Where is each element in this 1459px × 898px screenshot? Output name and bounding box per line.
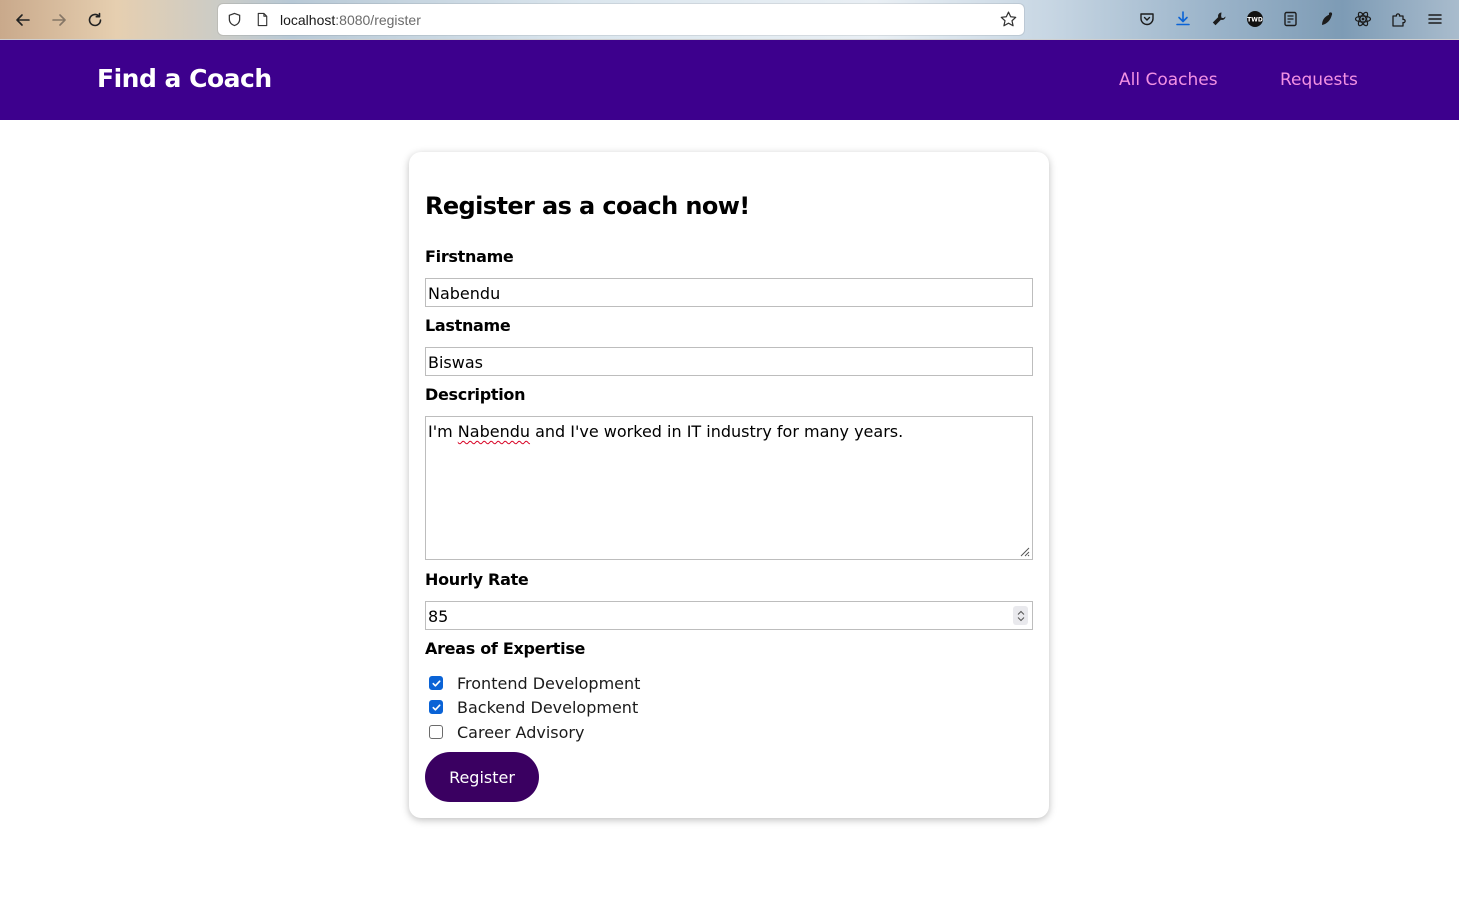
areas-label: Areas of Expertise [425, 639, 586, 658]
nav-requests-link[interactable]: Requests [1280, 70, 1358, 90]
extensions-puzzle-icon[interactable] [1389, 9, 1409, 29]
form-title: Register as a coach now! [425, 192, 750, 220]
brand-title[interactable]: Find a Coach [97, 64, 272, 93]
spinner-down-icon[interactable] [1017, 616, 1025, 622]
nav-all-coaches-link[interactable]: All Coaches [1119, 70, 1218, 90]
downloads-icon[interactable] [1173, 9, 1193, 29]
app-header: Find a Coach All Coaches Requests [0, 40, 1459, 120]
checkbox-frontend[interactable]: Frontend Development [429, 673, 640, 693]
resize-grip-icon[interactable] [1018, 545, 1030, 557]
checkbox-label-frontend: Frontend Development [457, 673, 641, 693]
checkbox-checked-icon[interactable] [429, 676, 443, 690]
notes-icon[interactable] [1281, 9, 1301, 29]
url-text: localhost:8080/register [280, 12, 421, 28]
register-button[interactable]: Register [425, 752, 539, 802]
checkbox-checked-icon[interactable] [429, 700, 443, 714]
checkbox-label-backend: Backend Development [457, 697, 639, 717]
hourly-rate-label: Hourly Rate [425, 570, 529, 589]
checkbox-backend[interactable]: Backend Development [429, 697, 638, 717]
forward-icon[interactable] [47, 8, 71, 32]
lastname-input[interactable]: Biswas [425, 347, 1033, 376]
extension-leaf-icon[interactable] [1317, 9, 1337, 29]
url-host: localhost [280, 11, 336, 28]
bookmark-star-icon[interactable] [999, 10, 1018, 29]
description-text-end: and I've worked in IT industry for many … [530, 422, 904, 441]
back-icon[interactable] [11, 8, 35, 32]
lastname-label: Lastname [425, 316, 511, 335]
browser-toolbar: localhost:8080/register TWD [0, 0, 1459, 40]
hourly-rate-value: 85 [428, 607, 449, 626]
url-bar[interactable]: localhost:8080/register [218, 4, 1024, 35]
shield-icon[interactable] [226, 12, 242, 28]
page-icon[interactable] [254, 12, 270, 28]
react-devtools-icon[interactable] [1353, 9, 1373, 29]
hourly-rate-input[interactable]: 85 [425, 601, 1033, 630]
extension-twd-icon[interactable]: TWD [1245, 9, 1265, 29]
register-form-card: Register as a coach now! Firstname Naben… [409, 152, 1049, 818]
url-path: :8080/register [335, 11, 421, 28]
checkbox-label-career: Career Advisory [457, 722, 585, 742]
pocket-icon[interactable] [1137, 9, 1157, 29]
description-textarea[interactable]: I'm Nabendu and I've worked in IT indust… [425, 416, 1033, 560]
menu-hamburger-icon[interactable] [1425, 9, 1445, 29]
firstname-input[interactable]: Nabendu [425, 278, 1033, 307]
checkbox-career[interactable]: Career Advisory [429, 722, 584, 742]
description-text-start: I'm [428, 422, 458, 441]
reload-icon[interactable] [83, 8, 107, 32]
number-spinner[interactable] [1013, 606, 1028, 625]
description-misspelled-word: Nabendu [457, 422, 531, 441]
svg-text:TWD: TWD [1247, 17, 1263, 24]
firstname-label: Firstname [425, 247, 514, 266]
checkbox-unchecked-icon[interactable] [429, 725, 443, 739]
wrench-icon[interactable] [1209, 9, 1229, 29]
description-label: Description [425, 385, 526, 404]
